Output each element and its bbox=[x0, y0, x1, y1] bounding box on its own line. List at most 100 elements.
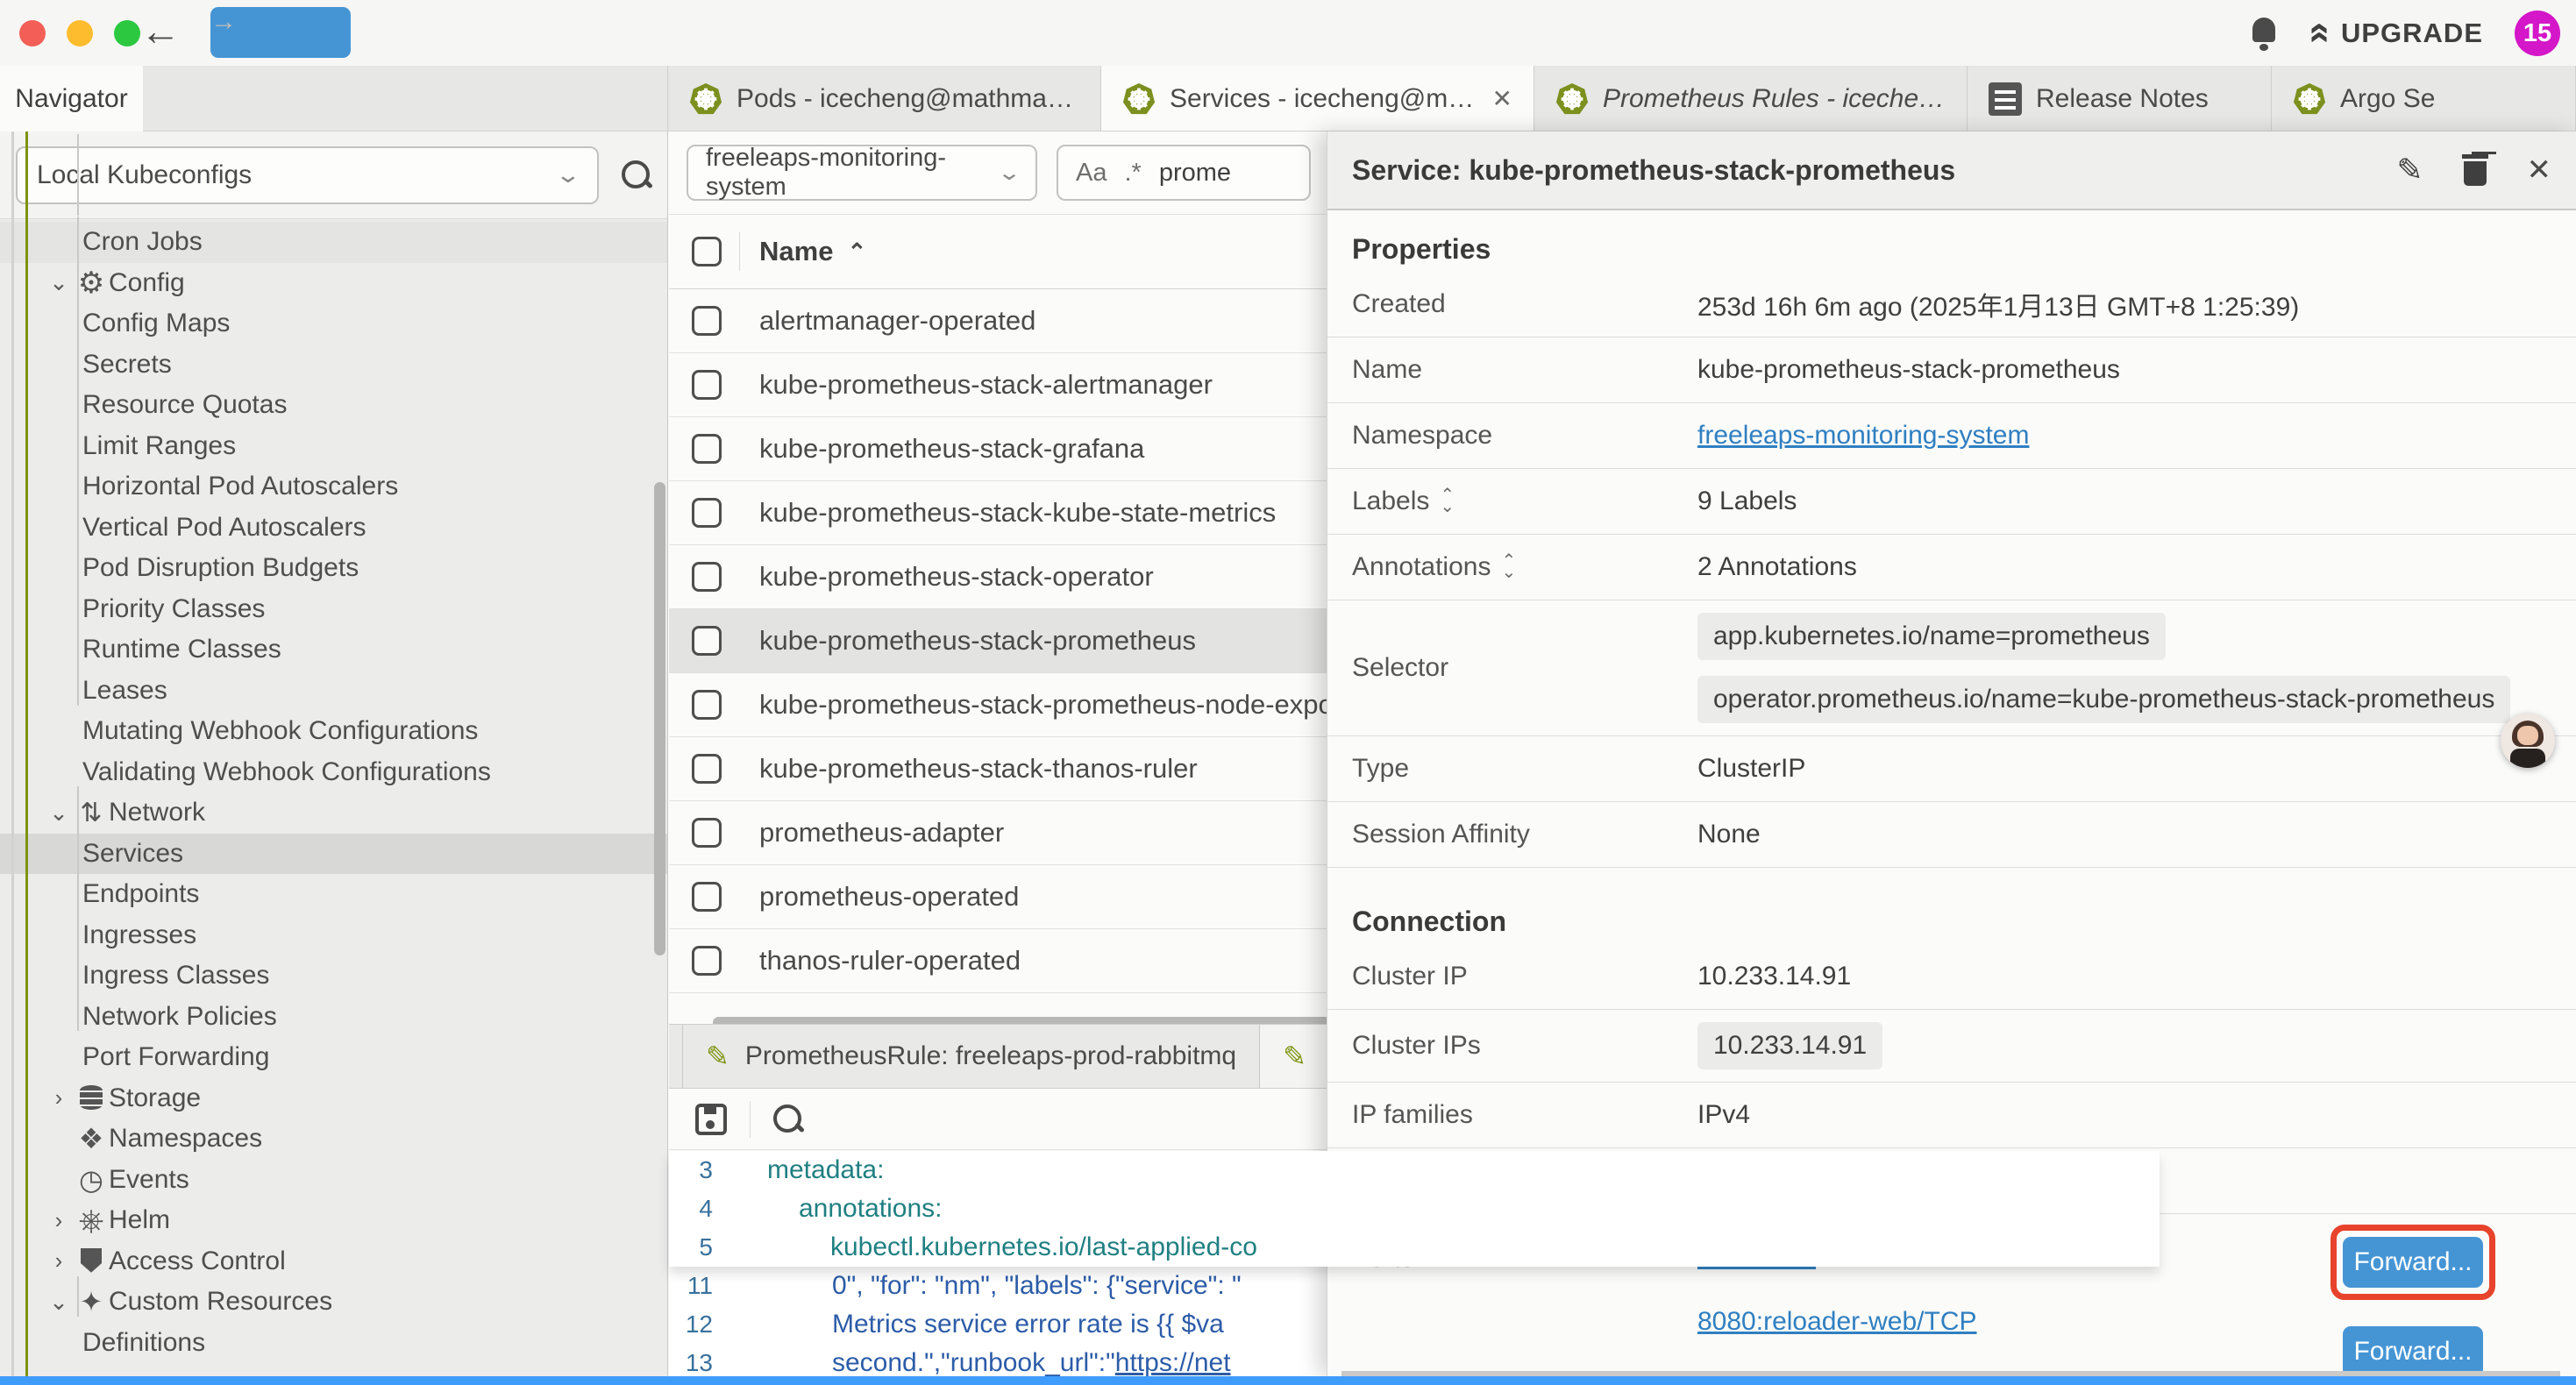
editor-tab[interactable]: ✎ PrometheusRule: freeleaps-prod-rabbitm… bbox=[682, 1025, 1260, 1088]
notifications-bell-icon[interactable] bbox=[2249, 16, 2279, 51]
close-panel-icon[interactable]: ✕ bbox=[2527, 153, 2552, 188]
sidebar-item[interactable]: ⌄ Config bbox=[0, 263, 667, 304]
service-name: kube-prometheus-stack-operator bbox=[759, 561, 1154, 593]
expander-chevron-icon[interactable]: › bbox=[44, 1247, 74, 1275]
editor-search-icon[interactable] bbox=[773, 1104, 803, 1134]
sidebar-search-icon[interactable] bbox=[622, 160, 651, 190]
close-tab-icon[interactable]: ✕ bbox=[1492, 84, 1512, 113]
sidebar-item[interactable]: › Storage bbox=[0, 1078, 667, 1119]
sidebar-item[interactable]: Definitions bbox=[0, 1323, 667, 1364]
port-link[interactable]: 8080:reloader-web/TCP bbox=[1697, 1307, 1977, 1337]
property-value[interactable]: kube-prometheus-stack-prometheus bbox=[1697, 355, 2120, 385]
sidebar-item[interactable]: Limit Ranges bbox=[0, 426, 667, 467]
save-icon[interactable] bbox=[695, 1104, 727, 1135]
editor-tab-partial[interactable]: ✎ bbox=[1260, 1025, 1329, 1088]
expander-chevron-icon[interactable]: › bbox=[44, 1207, 74, 1234]
port-link[interactable]: 10.233.14.91 bbox=[1697, 962, 1851, 991]
property-value[interactable]: app.kubernetes.io/name=prometheus bbox=[1697, 613, 2166, 660]
sidebar-item[interactable]: Endpoints bbox=[0, 874, 667, 915]
minimize-window-button[interactable] bbox=[67, 20, 93, 46]
expander-chevron-icon[interactable]: ⌄ bbox=[44, 269, 74, 296]
expand-collapse-sort-icon[interactable]: ⌃⌄ bbox=[1440, 490, 1455, 513]
content-tab[interactable]: Release Notes bbox=[1968, 66, 2272, 131]
row-checkbox[interactable] bbox=[692, 434, 722, 464]
forward-button[interactable]: Forward... bbox=[2343, 1237, 2483, 1288]
forward-button[interactable]: Forward... bbox=[2343, 1326, 2483, 1377]
row-checkbox[interactable] bbox=[692, 498, 722, 528]
sidebar-item[interactable]: › Helm bbox=[0, 1200, 667, 1241]
sidebar-item[interactable]: Horizontal Pod Autoscalers bbox=[0, 466, 667, 508]
property-value[interactable]: None bbox=[1697, 820, 1761, 849]
sidebar-item[interactable]: Resource Quotas bbox=[0, 385, 667, 426]
row-checkbox[interactable] bbox=[692, 562, 722, 592]
property-value[interactable]: 9 Labels bbox=[1697, 487, 1797, 516]
sidebar-item[interactable]: Cron Jobs bbox=[0, 222, 667, 263]
regex-icon[interactable]: .* bbox=[1124, 159, 1141, 188]
property-value[interactable]: ClusterIP bbox=[1697, 754, 1805, 784]
sidebar-item[interactable]: Events bbox=[0, 1160, 667, 1201]
content-tab[interactable]: Argo Se bbox=[2272, 66, 2576, 131]
sidebar-item[interactable]: Ingresses bbox=[0, 915, 667, 956]
expander-chevron-icon[interactable]: ⌄ bbox=[44, 1289, 74, 1316]
content-tab[interactable]: Pods - icecheng@mathmas... bbox=[668, 66, 1101, 131]
notification-count-badge[interactable]: 15 bbox=[2515, 11, 2560, 56]
zoom-window-button[interactable] bbox=[114, 20, 140, 46]
sidebar-item[interactable]: Runtime Classes bbox=[0, 629, 667, 671]
row-checkbox[interactable] bbox=[692, 690, 722, 720]
sidebar-item[interactable]: Config Maps bbox=[0, 303, 667, 344]
expander-chevron-icon[interactable]: › bbox=[44, 1084, 74, 1112]
sidebar-item[interactable]: Port Forwarding bbox=[0, 1037, 667, 1078]
sidebar-item[interactable]: › Access Control bbox=[0, 1241, 667, 1282]
sidebar-scrollbar[interactable] bbox=[654, 482, 665, 955]
content-tab[interactable]: Services - icecheng@math... ✕ bbox=[1101, 66, 1534, 131]
sidebar-item[interactable]: Validating Webhook Configurations bbox=[0, 752, 667, 793]
property-value[interactable]: freeleaps-monitoring-system bbox=[1697, 421, 2029, 451]
sidebar-item[interactable]: Services bbox=[0, 834, 667, 875]
row-checkbox[interactable] bbox=[692, 370, 722, 400]
property-label: IP families bbox=[1352, 1100, 1473, 1130]
expander-chevron-icon[interactable]: ⌄ bbox=[44, 799, 74, 827]
forward-arrow-icon[interactable]: → bbox=[210, 7, 351, 58]
select-all-checkbox[interactable] bbox=[692, 237, 722, 266]
property-label: Type bbox=[1352, 754, 1409, 784]
port-link[interactable]: IPv4 bbox=[1697, 1100, 1750, 1130]
sidebar-item[interactable]: Secrets bbox=[0, 344, 667, 386]
row-checkbox[interactable] bbox=[692, 754, 722, 784]
sidebar-item[interactable]: Network Policies bbox=[0, 997, 667, 1038]
navigator-tab[interactable]: Navigator bbox=[0, 66, 143, 131]
sidebar-item[interactable]: ⌄ Network bbox=[0, 792, 667, 834]
sidebar-item[interactable]: Pod Disruption Budgets bbox=[0, 548, 667, 589]
row-checkbox[interactable] bbox=[692, 882, 722, 912]
sidebar-item[interactable]: ⌄ Custom Resources bbox=[0, 1282, 667, 1323]
row-checkbox[interactable] bbox=[692, 306, 722, 336]
expand-collapse-sort-icon[interactable]: ⌃⌄ bbox=[1501, 556, 1516, 579]
edit-pencil-icon[interactable]: ✎ bbox=[2396, 152, 2423, 188]
user-avatar[interactable] bbox=[2501, 714, 2555, 768]
row-checkbox[interactable] bbox=[692, 626, 722, 656]
sort-ascending-icon[interactable]: ⌃ bbox=[847, 238, 866, 266]
sidebar-item[interactable]: Priority Classes bbox=[0, 589, 667, 630]
service-name: prometheus-operated bbox=[759, 881, 1019, 913]
property-value[interactable]: 253d 16h 6m ago (2025年1月13日 GMT+8 1:25:3… bbox=[1697, 285, 2299, 323]
name-column-header[interactable]: Name bbox=[759, 236, 833, 267]
match-case-icon[interactable]: Aa bbox=[1076, 159, 1107, 188]
sidebar-item[interactable]: Mutating Webhook Configurations bbox=[0, 711, 667, 752]
row-checkbox[interactable] bbox=[692, 946, 722, 976]
content-tab[interactable]: Prometheus Rules - icecheng... bbox=[1534, 66, 1968, 131]
property-value[interactable]: 2 Annotations bbox=[1697, 552, 1857, 582]
upgrade-button[interactable]: « UPGRADE bbox=[2310, 18, 2484, 49]
kubeconfig-select[interactable]: Local Kubeconfigs ⌄ bbox=[16, 146, 599, 204]
filter-input[interactable]: Aa .* prome bbox=[1057, 145, 1311, 201]
sidebar-item[interactable]: Ingress Classes bbox=[0, 955, 667, 997]
back-arrow-icon[interactable]: ← bbox=[140, 7, 181, 58]
close-window-button[interactable] bbox=[19, 20, 46, 46]
namespace-select[interactable]: freeleaps-monitoring-system ⌄ bbox=[687, 145, 1037, 201]
sidebar-item[interactable]: Namespaces bbox=[0, 1119, 667, 1160]
port-link[interactable]: 10.233.14.91 bbox=[1697, 1022, 1882, 1069]
row-checkbox[interactable] bbox=[692, 818, 722, 848]
sidebar-item[interactable]: Vertical Pod Autoscalers bbox=[0, 508, 667, 549]
sidebar-item[interactable]: Leases bbox=[0, 671, 667, 712]
property-value[interactable]: operator.prometheus.io/name=kube-prometh… bbox=[1697, 676, 2510, 723]
delete-trash-icon[interactable] bbox=[2462, 154, 2488, 186]
sticky-lines: 3 metadata: 4 annotations: 5 bbox=[669, 1151, 2160, 1267]
